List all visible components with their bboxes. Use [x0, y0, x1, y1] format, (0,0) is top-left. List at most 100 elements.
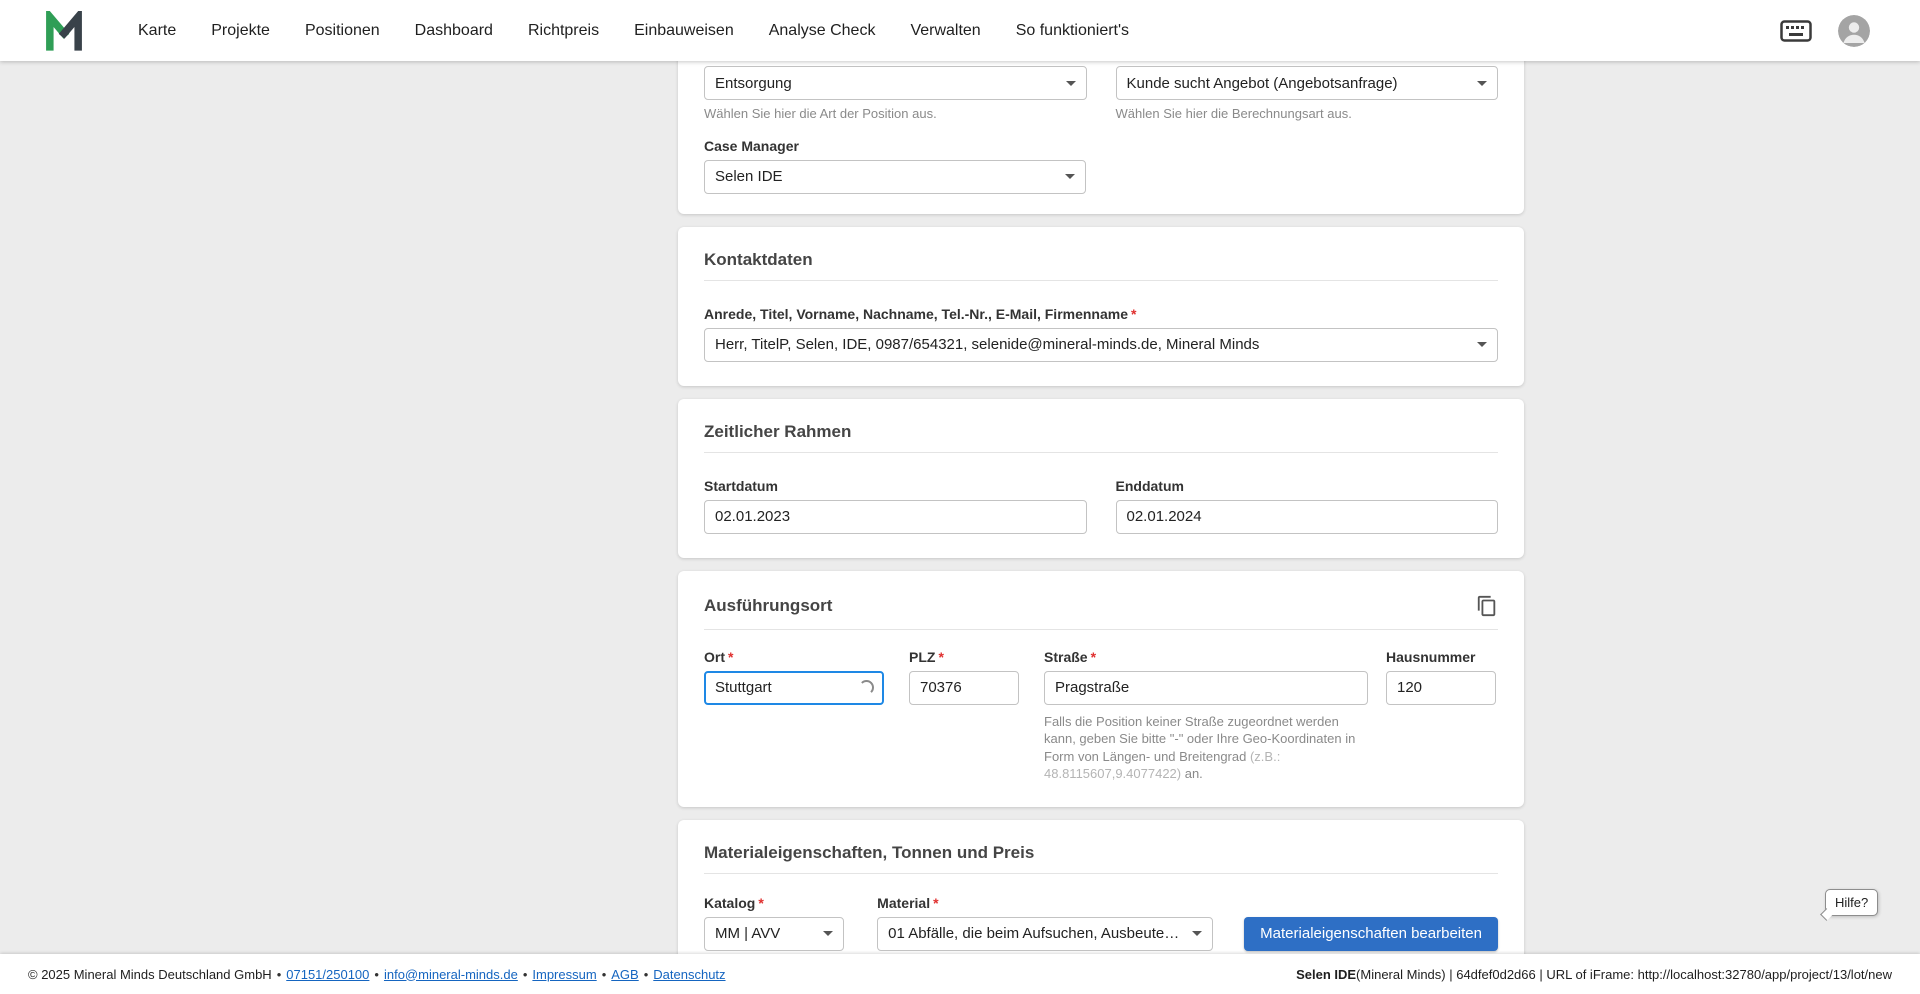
footer-agb-link[interactable]: AGB: [611, 967, 638, 982]
case-manager-select[interactable]: Selen IDE: [704, 159, 1086, 194]
divider: [704, 279, 1498, 281]
footer-session-details: (Mineral Minds) | 64dfef0d2d66 | URL of …: [1356, 966, 1892, 982]
positionsart-select-value: Entsorgung: [715, 74, 792, 92]
contact-label: Anrede, Titel, Vorname, Nachname, Tel.-N…: [704, 305, 1498, 322]
copy-icon: [1477, 595, 1496, 616]
contact-select[interactable]: Herr, TitelP, Selen, IDE, 0987/654321, s…: [704, 327, 1498, 362]
strasse-label: Straße *: [1044, 648, 1368, 665]
material-select-value: 01 Abfälle, die beim Aufsuchen, Ausbeute…: [888, 925, 1185, 943]
user-avatar-button[interactable]: [1838, 14, 1870, 47]
berechnungsart-helper-text: Wählen Sie hier die Berechnungsart aus.: [1115, 106, 1352, 121]
keyboard-button[interactable]: [1780, 19, 1812, 42]
positionsart-helper-text: Wählen Sie hier die Art der Position aus…: [704, 106, 937, 121]
nav-item-projekte[interactable]: Projekte: [211, 22, 270, 40]
katalog-select-value: MM | AVV: [715, 925, 781, 943]
nav-item-so-funktionierts[interactable]: So funktioniert's: [1016, 22, 1129, 40]
footer-impressum-link[interactable]: Impressum: [532, 967, 596, 982]
footer-phone-link[interactable]: 07151/250100: [286, 967, 369, 982]
material-card: Materialeigenschaften, Tonnen und Preis …: [678, 819, 1524, 954]
chevron-down-icon: [1065, 174, 1075, 180]
footer-separator: •: [374, 966, 379, 982]
ort-label-text: Ort: [704, 648, 725, 665]
navbar: Karte Projekte Positionen Dashboard Rich…: [0, 0, 1920, 61]
kontaktdaten-title: Kontaktdaten: [704, 249, 813, 269]
app-logo[interactable]: [44, 10, 84, 51]
keyboard-icon: [1780, 19, 1812, 42]
chevron-down-icon: [1065, 80, 1076, 86]
footer-email-link[interactable]: info@mineral-minds.de: [384, 967, 518, 982]
nav-item-dashboard[interactable]: Dashboard: [415, 22, 493, 40]
ort-input[interactable]: [715, 679, 859, 697]
nav-item-karte[interactable]: Karte: [138, 22, 176, 40]
nav-item-positionen[interactable]: Positionen: [305, 22, 380, 40]
enddatum-label: Enddatum: [1115, 477, 1184, 494]
positionsart-select[interactable]: Entsorgung: [704, 66, 1087, 100]
berechnungsart-select-value: Kunde sucht Angebot (Angebotsanfrage): [1126, 74, 1398, 92]
strasse-label-text: Straße: [1044, 648, 1088, 665]
materialeigenschaften-bearbeiten-button[interactable]: Materialeigenschaften bearbeiten: [1244, 916, 1498, 951]
material-label: Material *: [877, 894, 1213, 911]
required-marker: *: [933, 894, 939, 911]
help-button[interactable]: Hilfe?: [1825, 889, 1879, 916]
strasse-helper-main: Falls die Position keiner Straße zugeord…: [1044, 713, 1356, 764]
navbar-actions: [1780, 14, 1870, 47]
footer-separator: •: [643, 966, 649, 982]
footer-user-name: Selen IDE: [1296, 966, 1357, 982]
footer-separator: •: [522, 966, 528, 982]
startdatum-label: Startdatum: [704, 477, 778, 494]
enddatum-input[interactable]: [1115, 499, 1498, 534]
form-content: Entsorgung Wählen Sie hier die Art der P…: [678, 61, 1524, 954]
copy-address-button[interactable]: [1476, 595, 1498, 617]
case-manager-select-value: Selen IDE: [715, 168, 783, 186]
plz-input[interactable]: [909, 670, 1019, 705]
chevron-down-icon: [1477, 80, 1487, 86]
footer-datenschutz-link[interactable]: Datenschutz: [653, 967, 725, 982]
contact-label-text: Anrede, Titel, Vorname, Nachname, Tel.-N…: [704, 305, 1129, 322]
startdatum-input[interactable]: [704, 499, 1087, 534]
required-marker: *: [1090, 648, 1097, 665]
zeitlicher-rahmen-title: Zeitlicher Rahmen: [704, 421, 852, 441]
footer: © 2025 Mineral Minds Deutschland GmbH • …: [0, 954, 1920, 994]
contact-select-value: Herr, TitelP, Selen, IDE, 0987/654321, s…: [715, 336, 1260, 354]
footer-separator: •: [276, 966, 282, 982]
material-card-title: Materialeigenschaften, Tonnen und Preis: [704, 842, 1035, 862]
plz-label-text: PLZ: [909, 648, 936, 665]
required-marker: *: [938, 648, 944, 665]
nav-item-richtpreis[interactable]: Richtpreis: [528, 22, 599, 40]
chevron-down-icon: [1192, 931, 1203, 937]
plz-label: PLZ *: [909, 648, 1019, 665]
zeitlicher-rahmen-card: Zeitlicher Rahmen Startdatum Enddatum: [678, 398, 1524, 558]
footer-session-info: Selen IDE (Mineral Minds) | 64dfef0d2d66…: [1296, 967, 1892, 982]
chevron-down-icon: [823, 931, 834, 937]
required-marker: *: [1131, 305, 1137, 322]
hausnummer-input[interactable]: [1386, 670, 1496, 705]
nav-item-analyse-check[interactable]: Analyse Check: [769, 22, 876, 40]
ort-field-wrapper: [704, 670, 884, 705]
material-select[interactable]: 01 Abfälle, die beim Aufsuchen, Ausbeute…: [877, 916, 1214, 951]
katalog-select[interactable]: MM | AVV: [704, 916, 845, 951]
strasse-helper-text: Falls die Position keiner Straße zugeord…: [1044, 713, 1368, 783]
divider: [704, 451, 1498, 453]
strasse-input[interactable]: [1044, 670, 1368, 705]
strasse-helper-suffix: an.: [1181, 766, 1203, 782]
katalog-label-text: Katalog: [704, 894, 756, 911]
ort-label: Ort *: [704, 648, 884, 665]
footer-copyright: © 2025 Mineral Minds Deutschland GmbH: [28, 966, 272, 982]
required-marker: *: [728, 648, 734, 665]
ausfuehrungsort-card: Ausführungsort Ort * Stuttgart PLZ * 703…: [678, 570, 1524, 807]
nav-item-verwalten[interactable]: Verwalten: [910, 22, 980, 40]
required-marker: *: [758, 894, 764, 911]
hausnummer-label: Hausnummer: [1386, 648, 1476, 665]
kontaktdaten-card: Kontaktdaten Anrede, Titel, Vorname, Nac…: [678, 226, 1524, 386]
footer-left: © 2025 Mineral Minds Deutschland GmbH • …: [28, 967, 726, 982]
nav-item-einbauweisen[interactable]: Einbauweisen: [634, 22, 734, 40]
page-body: Entsorgung Wählen Sie hier die Art der P…: [0, 61, 1920, 954]
loading-spinner-icon: [859, 680, 874, 696]
chevron-down-icon: [1477, 342, 1487, 348]
divider: [704, 628, 1498, 630]
main-navigation: Karte Projekte Positionen Dashboard Rich…: [138, 22, 1129, 40]
material-label-text: Material: [877, 894, 931, 911]
divider: [704, 872, 1498, 874]
berechnungsart-select[interactable]: Kunde sucht Angebot (Angebotsanfrage): [1115, 66, 1498, 100]
katalog-label: Katalog *: [704, 894, 844, 911]
